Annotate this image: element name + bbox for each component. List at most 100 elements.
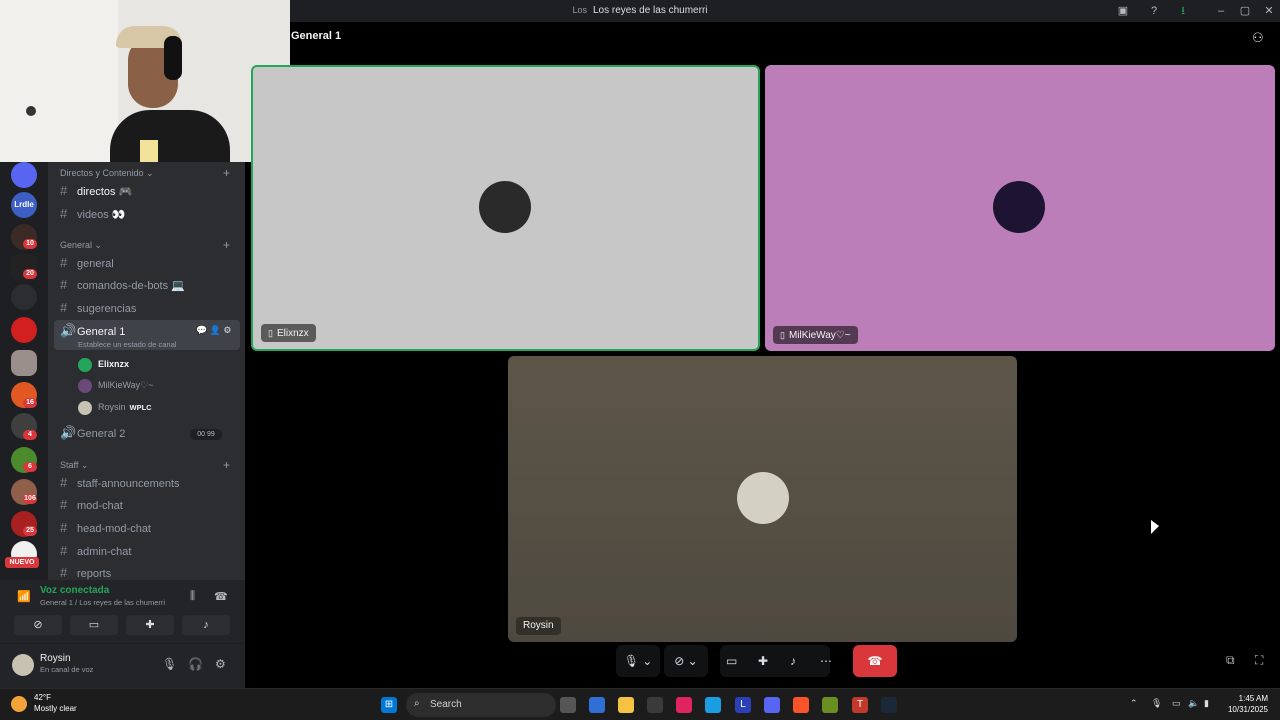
app-icon[interactable] [822,697,838,713]
voice-channel-general-2[interactable]: 🔊General 2 [60,424,125,442]
clock-date[interactable]: 10/31/2025 [1220,705,1268,714]
tray-battery-icon[interactable]: ▮ [1204,698,1209,709]
avatar[interactable] [12,654,34,676]
voice-user[interactable]: MilKieWay♡~ [78,377,154,393]
voice-status[interactable]: Voz conectada [40,585,109,596]
tray-volume-icon[interactable]: 🔈 [1188,698,1199,709]
soundboard-icon: ♪ [203,619,209,631]
voice-location[interactable]: General 1 / Los reyes de las chumerri [40,598,165,607]
steam-icon[interactable] [881,697,897,713]
minimize-icon[interactable]: – [1214,4,1228,18]
weather-temp[interactable]: 42°F [34,693,51,702]
microphone-icon[interactable]: 🎙 [162,657,177,671]
username[interactable]: Roysin [40,653,71,664]
channel-admin-chat[interactable]: # admin-chat [60,542,131,560]
category-streams[interactable]: Directos y Contenido ⌄ + [60,166,230,180]
channel-sugerencias[interactable]: # sugerencias [60,299,136,317]
close-icon[interactable]: ✕ [1262,4,1276,18]
copilot-icon[interactable] [589,697,605,713]
channel-comandos-de-bots[interactable]: # comandos-de-bots 💻 [60,276,185,294]
voice-channel-general-1[interactable]: 🔊General 1 [60,322,125,340]
category-staff[interactable]: Staff ⌄ + [60,458,230,472]
store-icon[interactable] [647,697,663,713]
voice-user[interactable]: Roysin WPLC [78,399,152,415]
server-icon[interactable]: Lrdle [11,192,37,218]
user-count-badge: 00 99 [190,429,222,440]
app-l-icon[interactable]: L [735,697,751,713]
brave-icon[interactable] [793,697,809,713]
phone-hangup-icon: ☎ [867,654,883,668]
tile-name-label: ▯ MilKieWay♡~ [773,326,858,344]
members-icon[interactable]: ⚇ [1252,30,1264,46]
help-icon[interactable]: ? [1147,4,1161,18]
hash-icon: # [60,183,68,198]
hash-icon: # [60,277,68,292]
channel-general[interactable]: # general [60,254,114,272]
file-explorer-icon[interactable] [618,697,634,713]
channel-head-mod-chat[interactable]: # head-mod-chat [60,519,151,537]
clock-time[interactable]: 1:45 AM [1228,694,1268,703]
tile-name-label: ▯ Elixnzx [261,324,316,342]
headphones-icon[interactable]: 🎧 [188,657,203,671]
soundboard-button[interactable]: ♪ [182,615,230,635]
popout-icon[interactable]: ⧉ [1226,653,1235,668]
hash-icon: # [60,543,68,558]
mention-badge: 10 [23,239,37,249]
voice-user[interactable]: Elixnzx [78,356,129,372]
server-icon[interactable] [11,284,37,310]
weather-icon[interactable] [11,696,27,712]
add-channel-icon[interactable]: + [223,458,230,472]
activities-icon[interactable]: ✚ [758,645,768,677]
video-tile-milkieway[interactable]: ▯ MilKieWay♡~ [765,65,1275,351]
fullscreen-icon[interactable]: ⛶ [1255,653,1263,668]
mic-button[interactable]: 🎙 ⌄ [616,645,660,677]
channel-videos[interactable]: # videos 👀 [60,205,126,223]
channel-reports[interactable]: # reports [60,564,111,580]
activities-icon: ✚ [145,619,155,631]
tray-chevron-icon[interactable]: ⌃ [1130,698,1138,709]
channel-staff-announcements[interactable]: # staff-announcements [60,474,180,492]
download-icon[interactable]: ⭳ [1176,4,1190,18]
webcam-overlay [0,0,290,162]
channel-mod-chat[interactable]: # mod-chat [60,496,123,514]
screen-share-icon[interactable]: ▭ [726,645,737,677]
category-general[interactable]: General ⌄ + [60,238,230,252]
video-tile-elixnzx[interactable]: ▯ Elixnzx [251,65,760,351]
more-icon[interactable]: ⋯ [820,645,832,677]
task-view-icon[interactable] [560,697,576,713]
app-t-icon[interactable]: T [852,697,868,713]
edge-icon[interactable] [705,697,721,713]
server-icon[interactable] [11,317,37,343]
channel-sidebar: Directos y Contenido ⌄ + # directos 🎮 # vi… [48,160,245,580]
add-channel-icon[interactable]: + [223,238,230,252]
disconnect-icon[interactable]: ☎ [214,590,228,603]
signal-icon[interactable]: 📶 [17,590,31,603]
screen-share-button[interactable]: ▭ [70,615,118,635]
channel-actions[interactable]: 💬 👤 ⚙ [196,325,231,336]
taskbar-search[interactable]: ⌕ Search [406,693,556,717]
video-tile-roysin[interactable]: Roysin [508,356,1017,642]
title-prefix: Los [572,5,587,15]
activities-button[interactable]: ✚ [126,615,174,635]
channel-status[interactable]: Establece un estado de canal [78,340,176,349]
leave-call-button[interactable]: ☎ [853,645,897,677]
camera-button[interactable]: ⊘ [14,615,62,635]
weather-status[interactable]: Mostly clear [34,704,77,713]
start-icon[interactable]: ⊞ [381,697,397,713]
add-channel-icon[interactable]: + [223,166,230,180]
noise-suppression-icon[interactable]: ⫼ [190,590,195,603]
camera-button[interactable]: ⊘ ⌄ [664,645,708,677]
inbox-icon[interactable]: ▣ [1116,4,1130,18]
tray-network-icon[interactable]: ▭ [1172,698,1181,709]
server-icon[interactable] [11,350,37,376]
settings-icon[interactable]: ⚙ [215,657,226,671]
channel-directos[interactable]: # directos 🎮 [60,182,132,200]
maximize-icon[interactable]: ▢ [1238,4,1252,18]
tiktok-icon[interactable] [676,697,692,713]
hash-icon: # [60,300,68,315]
discord-icon[interactable] [764,697,780,713]
hash-icon: # [60,255,68,270]
soundboard-icon[interactable]: ♪ [790,645,796,677]
tray-mic-icon[interactable]: 🎙 [1151,698,1162,709]
server-icon[interactable] [11,162,37,188]
